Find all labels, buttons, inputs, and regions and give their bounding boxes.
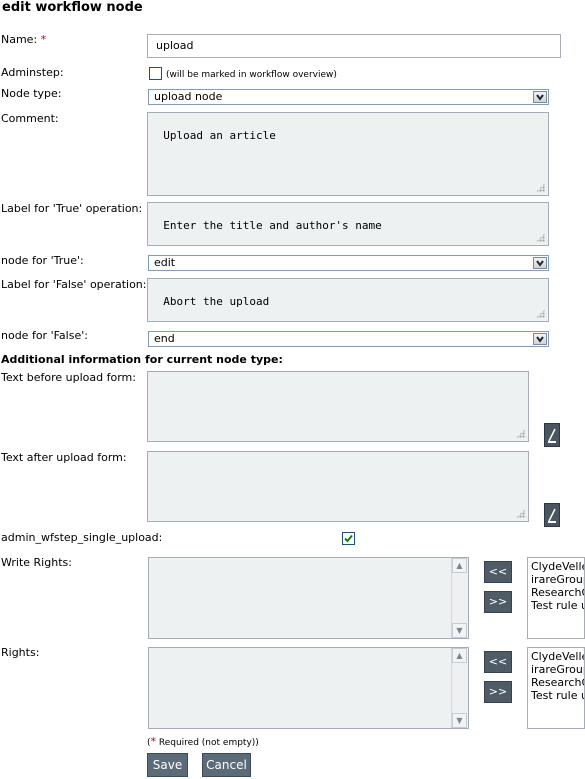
scroll-up-icon[interactable]: ▲ <box>452 648 467 663</box>
chevron-down-icon <box>533 257 547 269</box>
add-right-button[interactable]: << <box>484 651 512 673</box>
text-before-textarea[interactable] <box>147 371 529 442</box>
true-node-value: edit <box>154 256 176 269</box>
write-rights-label: Write Rights: <box>1 556 72 569</box>
text-before-label: Text before upload form: <box>1 371 136 384</box>
text-after-textarea[interactable] <box>147 451 529 522</box>
true-label-text: Enter the title and author's name <box>163 219 382 232</box>
adminstep-checkbox[interactable] <box>149 67 162 80</box>
write-rights-selected-list[interactable]: ▲ ▼ <box>148 557 469 639</box>
editor-icon[interactable] <box>544 423 560 447</box>
comment-textarea[interactable]: Upload an article <box>147 112 549 196</box>
scrollbar[interactable]: ▲ ▼ <box>451 648 468 728</box>
false-label-label: Label for 'False' operation: <box>1 278 147 291</box>
list-item[interactable]: ClydeVellen <box>531 650 584 663</box>
single-upload-checkbox[interactable] <box>342 532 355 545</box>
list-item[interactable]: ResearchG <box>531 676 584 689</box>
resize-grip-icon[interactable] <box>516 429 525 438</box>
scrollbar[interactable]: ▲ ▼ <box>451 558 468 638</box>
remove-write-right-button[interactable]: >> <box>484 591 512 613</box>
list-item[interactable]: Test rule us <box>531 689 584 702</box>
name-label: Name: * <box>1 33 46 46</box>
true-node-select[interactable]: edit <box>148 255 549 271</box>
adminstep-note: (will be marked in workflow overview) <box>166 70 337 80</box>
text-after-label: Text after upload form: <box>1 451 127 464</box>
list-item[interactable]: ResearchG <box>531 586 584 599</box>
resize-grip-icon[interactable] <box>516 509 525 518</box>
rights-selected-list[interactable]: ▲ ▼ <box>148 647 469 729</box>
nodetype-label: Node type: <box>1 87 62 100</box>
additional-heading: Additional information for current node … <box>1 353 283 366</box>
false-node-value: end <box>154 332 175 345</box>
list-item[interactable]: irareGroup <box>531 663 584 676</box>
list-item[interactable]: Test rule us <box>531 599 584 612</box>
editor-icon[interactable] <box>544 503 560 527</box>
rights-label: Rights: <box>1 646 40 659</box>
scroll-down-icon[interactable]: ▼ <box>452 623 467 638</box>
true-node-label: node for 'True': <box>1 254 84 267</box>
save-button[interactable]: Save <box>147 753 188 777</box>
nodetype-value: upload node <box>154 90 223 103</box>
list-item[interactable]: ClydeVellen <box>531 560 584 573</box>
resize-grip-icon[interactable] <box>536 309 545 318</box>
write-rights-available-list[interactable]: ClydeVellen irareGroup ResearchG Test ru… <box>527 557 585 639</box>
false-node-select[interactable]: end <box>148 331 549 347</box>
page-title: edit workflow node <box>2 0 143 15</box>
cancel-button[interactable]: Cancel <box>202 753 251 777</box>
false-label-text: Abort the upload <box>163 295 270 308</box>
chevron-down-icon <box>533 91 547 103</box>
rights-available-list[interactable]: ClydeVellen irareGroup ResearchG Test ru… <box>527 647 585 729</box>
remove-right-button[interactable]: >> <box>484 681 512 703</box>
name-label-text: Name: <box>1 33 38 46</box>
resize-grip-icon[interactable] <box>536 183 545 192</box>
required-note: (* Required (not empty)) <box>147 735 259 748</box>
true-label-label: Label for 'True' operation: <box>1 202 143 215</box>
add-write-right-button[interactable]: << <box>484 561 512 583</box>
required-note-text: Required (not empty)) <box>156 738 259 748</box>
required-star: * <box>40 33 47 46</box>
comment-text: Upload an article <box>163 129 276 142</box>
comment-label: Comment: <box>1 112 59 125</box>
false-node-label: node for 'False': <box>1 329 88 342</box>
false-label-textarea[interactable]: Abort the upload <box>147 278 549 322</box>
list-item[interactable]: irareGroup <box>531 573 584 586</box>
nodetype-select[interactable]: upload node <box>148 89 549 105</box>
resize-grip-icon[interactable] <box>536 233 545 242</box>
chevron-down-icon <box>533 333 547 345</box>
checkmark-icon <box>344 534 353 543</box>
scroll-up-icon[interactable]: ▲ <box>452 558 467 573</box>
true-label-textarea[interactable]: Enter the title and author's name <box>147 202 549 246</box>
name-input[interactable]: upload <box>147 34 561 58</box>
adminstep-label: Adminstep: <box>1 66 64 79</box>
single-upload-label: admin_wfstep_single_upload: <box>1 531 163 544</box>
scroll-down-icon[interactable]: ▼ <box>452 713 467 728</box>
